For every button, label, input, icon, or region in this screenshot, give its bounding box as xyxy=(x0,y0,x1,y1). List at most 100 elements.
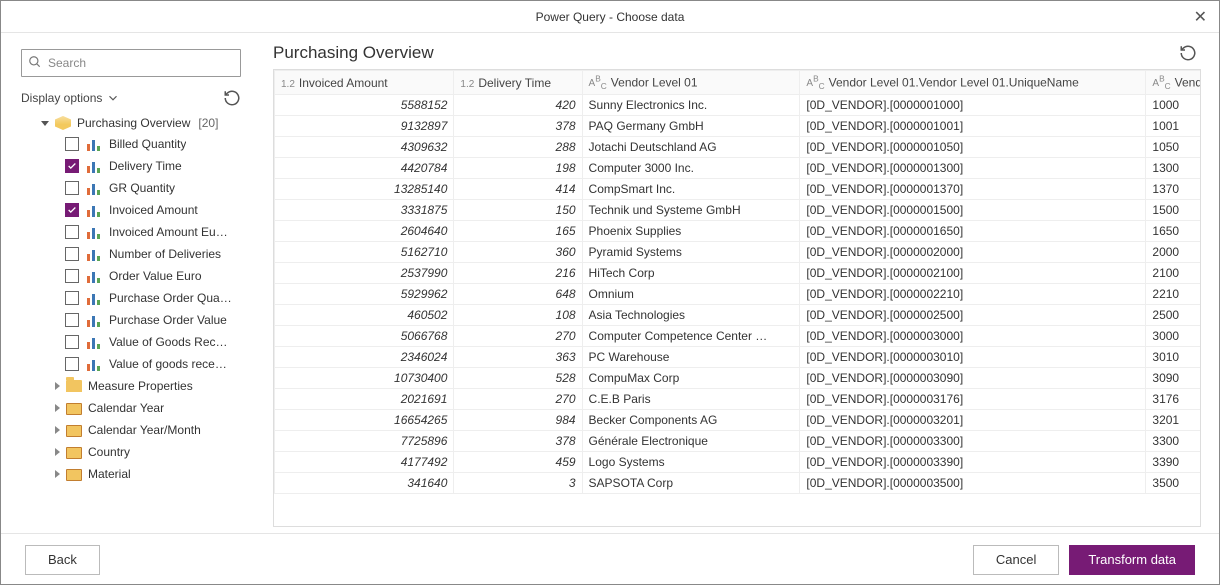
column-header[interactable]: ABCVendor Level 01.Vendor Level 01.Uniqu… xyxy=(800,71,1146,95)
table-row[interactable]: 2021691270C.E.B Paris[0D_VENDOR].[000000… xyxy=(275,389,1202,410)
group-3[interactable]: Country xyxy=(21,441,257,463)
cell: [0D_VENDOR].[0000003176] xyxy=(800,389,1146,410)
cell: 2500 xyxy=(1146,305,1201,326)
cell: CompSmart Inc. xyxy=(582,179,800,200)
cell: 7725896 xyxy=(275,431,454,452)
cell: 3331875 xyxy=(275,200,454,221)
cell: 341640 xyxy=(275,473,454,494)
table-row[interactable]: 3331875150Technik und Systeme GmbH[0D_VE… xyxy=(275,200,1202,221)
table-row[interactable]: 2604640165Phoenix Supplies[0D_VENDOR].[0… xyxy=(275,221,1202,242)
group-1[interactable]: Calendar Year xyxy=(21,397,257,419)
cell: Omnium xyxy=(582,284,800,305)
table-row[interactable]: 5066768270Computer Competence Center …[0… xyxy=(275,326,1202,347)
cell: 5162710 xyxy=(275,242,454,263)
field-2[interactable]: GR Quantity xyxy=(21,177,257,199)
measure-icon xyxy=(87,159,103,173)
cell: 16654265 xyxy=(275,410,454,431)
cell: 1370 xyxy=(1146,179,1201,200)
checkbox-icon[interactable] xyxy=(65,269,79,283)
cube-icon xyxy=(55,116,71,130)
field-3[interactable]: Invoiced Amount xyxy=(21,199,257,221)
transform-data-button[interactable]: Transform data xyxy=(1069,545,1195,575)
field-6[interactable]: Order Value Euro xyxy=(21,265,257,287)
cell: [0D_VENDOR].[0000003300] xyxy=(800,431,1146,452)
checkbox-icon[interactable] xyxy=(65,357,79,371)
measure-icon xyxy=(87,291,103,305)
cell: Asia Technologies xyxy=(582,305,800,326)
cell: 9132897 xyxy=(275,116,454,137)
cell: 2537990 xyxy=(275,263,454,284)
cell: 270 xyxy=(454,326,582,347)
column-header[interactable]: 1.2Invoiced Amount xyxy=(275,71,454,95)
group-2[interactable]: Calendar Year/Month xyxy=(21,419,257,441)
table-row[interactable]: 4177492459Logo Systems[0D_VENDOR].[00000… xyxy=(275,452,1202,473)
table-row[interactable]: 5588152420Sunny Electronics Inc.[0D_VEND… xyxy=(275,95,1202,116)
field-9[interactable]: Value of Goods Rec… xyxy=(21,331,257,353)
field-label: Value of goods rece… xyxy=(109,357,227,371)
cell: C.E.B Paris xyxy=(582,389,800,410)
group-label: Measure Properties xyxy=(88,379,193,393)
cell: [0D_VENDOR].[0000002100] xyxy=(800,263,1146,284)
checkbox-icon[interactable] xyxy=(65,313,79,327)
checkbox-icon[interactable] xyxy=(65,335,79,349)
table-row[interactable]: 5162710360Pyramid Systems[0D_VENDOR].[00… xyxy=(275,242,1202,263)
cancel-button[interactable]: Cancel xyxy=(973,545,1059,575)
group-4[interactable]: Material xyxy=(21,463,257,485)
cell: 198 xyxy=(454,158,582,179)
cell: 3090 xyxy=(1146,368,1201,389)
window-title: Power Query - Choose data xyxy=(536,10,685,24)
search-input[interactable]: Search xyxy=(21,49,241,77)
table-row[interactable]: 13285140414CompSmart Inc.[0D_VENDOR].[00… xyxy=(275,179,1202,200)
checkbox-icon[interactable] xyxy=(65,225,79,239)
cell: [0D_VENDOR].[0000003010] xyxy=(800,347,1146,368)
cell: HiTech Corp xyxy=(582,263,800,284)
field-tree[interactable]: Purchasing Overview[20]Billed QuantityDe… xyxy=(21,113,261,533)
data-grid[interactable]: 1.2Invoiced Amount1.2Delivery TimeABCVen… xyxy=(273,69,1201,527)
back-button[interactable]: Back xyxy=(25,545,100,575)
cell: 2000 xyxy=(1146,242,1201,263)
field-10[interactable]: Value of goods rece… xyxy=(21,353,257,375)
field-4[interactable]: Invoiced Amount Eu… xyxy=(21,221,257,243)
field-0[interactable]: Billed Quantity xyxy=(21,133,257,155)
type-icon: ABC xyxy=(589,78,607,89)
table-row[interactable]: 4309632288Jotachi Deutschland AG[0D_VEND… xyxy=(275,137,1202,158)
cell: 3390 xyxy=(1146,452,1201,473)
checkbox-checked-icon[interactable] xyxy=(65,203,79,217)
table-row[interactable]: 9132897378PAQ Germany GmbH[0D_VENDOR].[0… xyxy=(275,116,1202,137)
checkbox-icon[interactable] xyxy=(65,291,79,305)
table-row[interactable]: 16654265984Becker Components AG[0D_VENDO… xyxy=(275,410,1202,431)
checkbox-checked-icon[interactable] xyxy=(65,159,79,173)
field-label: Purchase Order Value xyxy=(109,313,227,327)
checkbox-icon[interactable] xyxy=(65,247,79,261)
cell: 363 xyxy=(454,347,582,368)
column-header[interactable]: 1.2Delivery Time xyxy=(454,71,582,95)
table-row[interactable]: 10730400528CompuMax Corp[0D_VENDOR].[000… xyxy=(275,368,1202,389)
main-panel: Purchasing Overview 1.2Invoiced Amount1.… xyxy=(261,33,1219,533)
checkbox-icon[interactable] xyxy=(65,181,79,195)
field-5[interactable]: Number of Deliveries xyxy=(21,243,257,265)
column-header[interactable]: ABCVendor Level 01.Key xyxy=(1146,71,1201,95)
cell: 3201 xyxy=(1146,410,1201,431)
field-1[interactable]: Delivery Time xyxy=(21,155,257,177)
refresh-icon[interactable] xyxy=(223,89,241,107)
cell: Jotachi Deutschland AG xyxy=(582,137,800,158)
group-0[interactable]: Measure Properties xyxy=(21,375,257,397)
refresh-main-icon[interactable] xyxy=(1179,44,1197,62)
chevron-right-icon xyxy=(55,382,60,390)
table-row[interactable]: 7725896378Générale Electronique[0D_VENDO… xyxy=(275,431,1202,452)
measure-icon xyxy=(87,269,103,283)
table-row[interactable]: 2537990216HiTech Corp[0D_VENDOR].[000000… xyxy=(275,263,1202,284)
cell: 1650 xyxy=(1146,221,1201,242)
close-icon[interactable]: ✕ xyxy=(1194,7,1207,27)
table-row[interactable]: 460502108Asia Technologies[0D_VENDOR].[0… xyxy=(275,305,1202,326)
table-row[interactable]: 4420784198Computer 3000 Inc.[0D_VENDOR].… xyxy=(275,158,1202,179)
table-row[interactable]: 3416403SAPSOTA Corp[0D_VENDOR].[00000035… xyxy=(275,473,1202,494)
field-8[interactable]: Purchase Order Value xyxy=(21,309,257,331)
checkbox-icon[interactable] xyxy=(65,137,79,151)
table-row[interactable]: 5929962648Omnium[0D_VENDOR].[0000002210]… xyxy=(275,284,1202,305)
field-7[interactable]: Purchase Order Qua… xyxy=(21,287,257,309)
display-options-dropdown[interactable]: Display options xyxy=(21,91,120,105)
table-row[interactable]: 2346024363PC Warehouse[0D_VENDOR].[00000… xyxy=(275,347,1202,368)
column-header[interactable]: ABCVendor Level 01 xyxy=(582,71,800,95)
tree-root[interactable]: Purchasing Overview[20] xyxy=(21,113,257,133)
